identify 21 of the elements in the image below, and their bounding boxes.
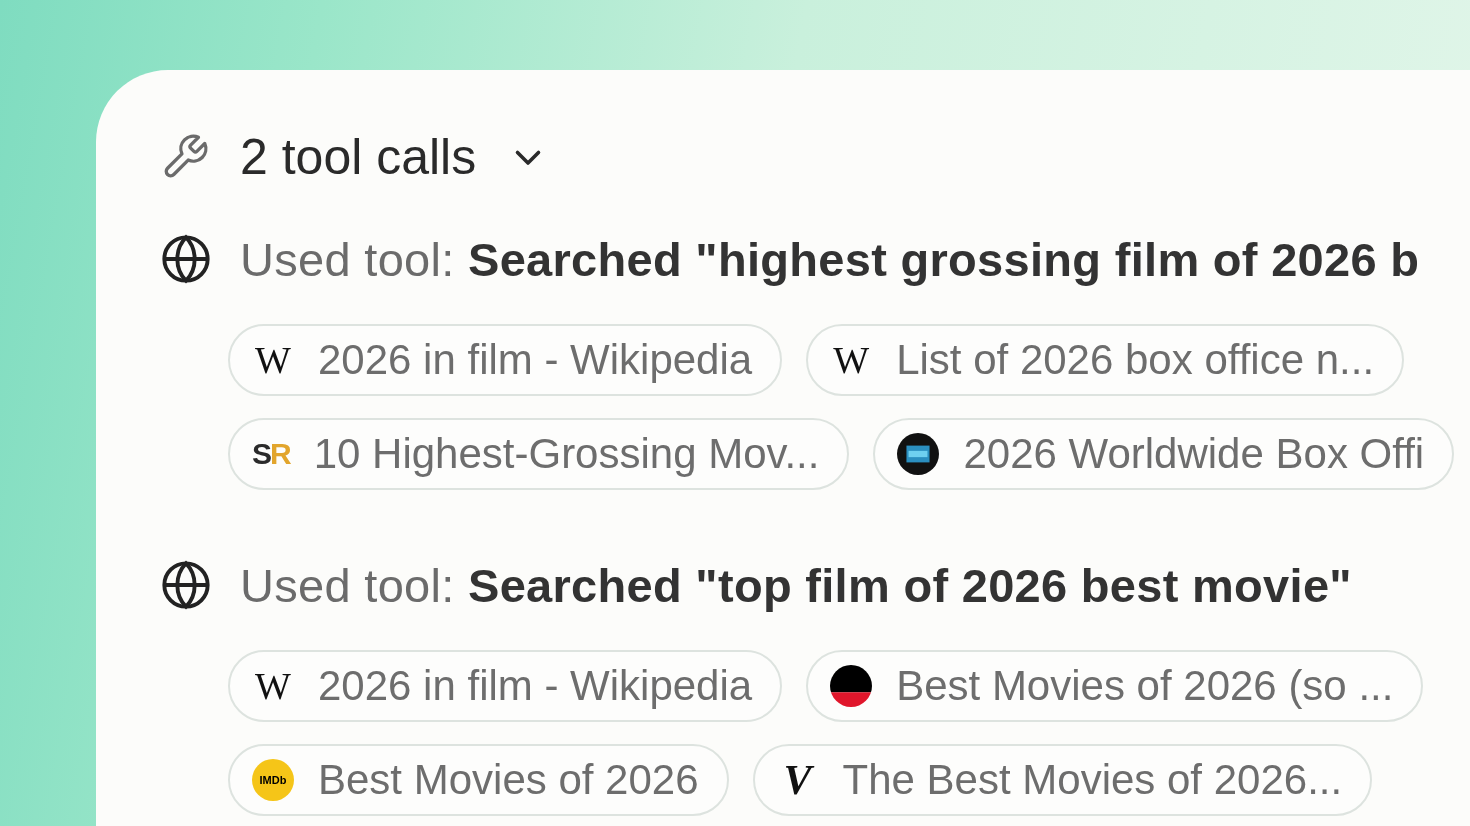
source-chip[interactable]: SR 10 Highest-Grossing Mov... — [228, 418, 850, 490]
source-chip[interactable]: W 2026 in film - Wikipedia — [228, 324, 783, 396]
sr-logo-icon: SR — [252, 433, 290, 475]
tool-call-text: Used tool: Searched "top film of 2026 best movie" — [240, 557, 1352, 613]
tool-call-text: Used tool: Searched "highest grossing film of 2026 b — [240, 231, 1420, 287]
source-chip[interactable]: IMDb Best Movies of 2026 — [228, 744, 729, 816]
wikipedia-icon: W — [830, 339, 873, 381]
globe-icon — [160, 233, 212, 285]
source-chip[interactable]: W List of 2026 box office n... — [806, 324, 1405, 396]
wikipedia-icon: W — [252, 339, 294, 381]
source-chip[interactable]: Best Movies of 2026 (so ... — [806, 650, 1424, 722]
site-logo-icon — [897, 433, 940, 475]
wikipedia-icon: W — [252, 665, 294, 707]
site-logo-icon — [830, 665, 873, 707]
source-chip[interactable]: V The Best Movies of 2026... — [752, 744, 1373, 816]
source-chip[interactable]: W 2026 in film - Wikipedia — [228, 650, 783, 722]
imdb-logo-icon: IMDb — [252, 759, 294, 801]
globe-icon — [160, 559, 212, 611]
tool-calls-toggle[interactable]: 2 tool calls — [240, 128, 547, 186]
source-chip[interactable]: 2026 Worldwide Box Offi — [873, 418, 1455, 490]
v-logo-icon: V — [776, 759, 819, 801]
